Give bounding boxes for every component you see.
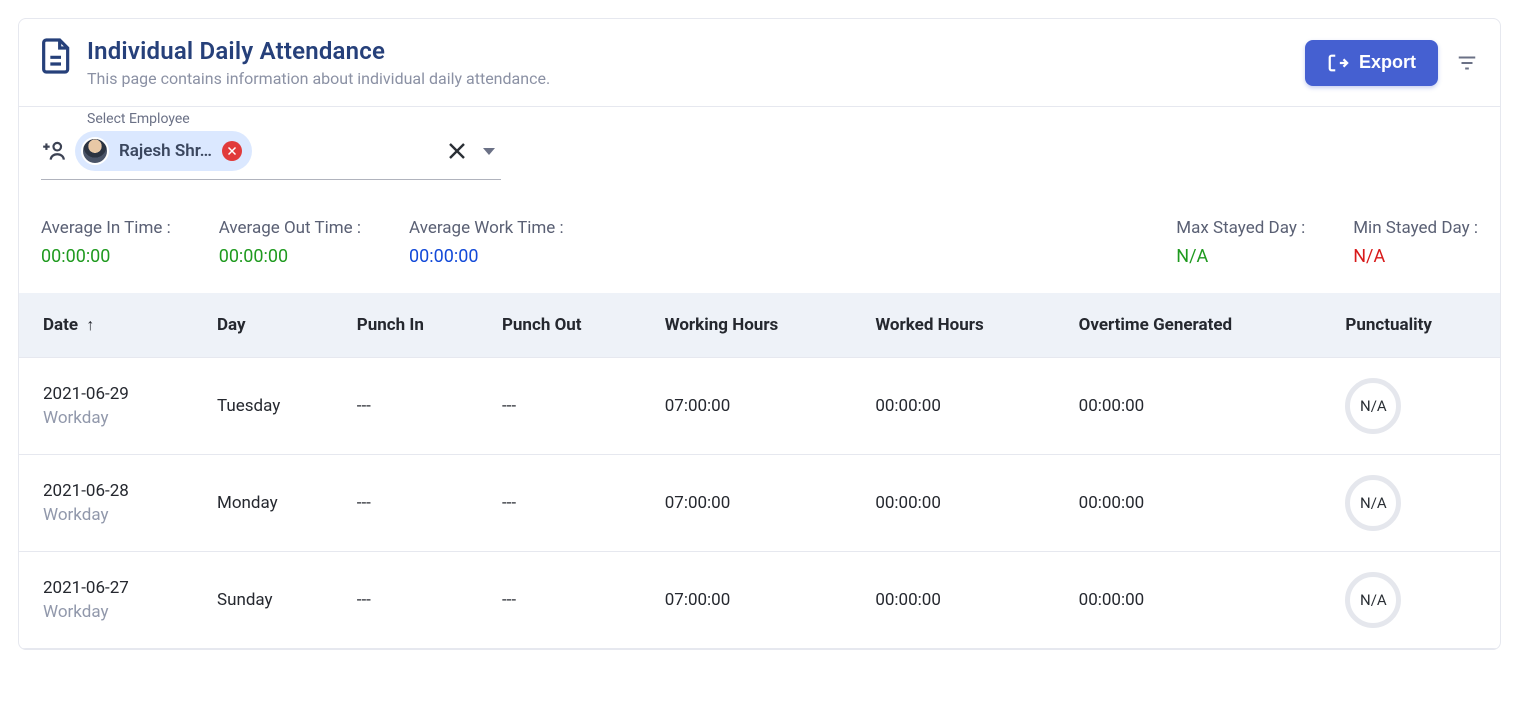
clear-icon[interactable] — [445, 139, 469, 163]
stat-value: 00:00:00 — [41, 246, 171, 267]
avatar — [81, 137, 109, 165]
sort-asc-icon: ↑ — [86, 315, 94, 335]
filter-icon[interactable] — [1456, 52, 1478, 74]
cell-date: 2021-06-28 Workday — [19, 455, 199, 552]
col-punctuality[interactable]: Punctuality — [1327, 293, 1500, 358]
col-punch-in[interactable]: Punch In — [339, 293, 484, 358]
cell-day: Monday — [199, 455, 339, 552]
stat-avg-work: Average Work Time : 00:00:00 — [409, 218, 564, 267]
cell-overtime: 00:00:00 — [1061, 552, 1328, 649]
cell-date-type: Workday — [43, 602, 181, 622]
cell-day: Sunday — [199, 552, 339, 649]
cell-punctuality: N/A — [1327, 455, 1500, 552]
table-row: 2021-06-28 Workday Monday --- --- 07:00:… — [19, 455, 1500, 552]
punctuality-badge: N/A — [1345, 378, 1401, 434]
cell-date-value: 2021-06-28 — [43, 481, 181, 501]
col-punch-out[interactable]: Punch Out — [484, 293, 647, 358]
cell-punctuality: N/A — [1327, 552, 1500, 649]
table-body: 2021-06-29 Workday Tuesday --- --- 07:00… — [19, 358, 1500, 649]
stat-avg-out: Average Out Time : 00:00:00 — [219, 218, 361, 267]
cell-punch-in: --- — [339, 552, 484, 649]
stat-label: Min Stayed Day : — [1353, 218, 1478, 238]
cell-day: Tuesday — [199, 358, 339, 455]
employee-selector[interactable]: Select Employee Rajesh Shr… — [41, 131, 501, 180]
cell-worked-hours: 00:00:00 — [857, 358, 1060, 455]
add-person-icon — [41, 138, 67, 164]
cell-punctuality: N/A — [1327, 358, 1500, 455]
header-right: Export — [1305, 40, 1478, 86]
export-icon — [1327, 52, 1349, 74]
cell-working-hours: 07:00:00 — [647, 455, 858, 552]
employee-chip: Rajesh Shr… — [75, 131, 252, 171]
attendance-table: Date ↑ Day Punch In Punch Out Working Ho… — [19, 293, 1500, 649]
col-date[interactable]: Date ↑ — [19, 293, 199, 358]
cell-date-type: Workday — [43, 408, 181, 428]
cell-date-type: Workday — [43, 505, 181, 525]
stat-label: Average Work Time : — [409, 218, 564, 238]
header-left: Individual Daily Attendance This page co… — [41, 37, 1305, 88]
stat-label: Average Out Time : — [219, 218, 361, 238]
stat-value: 00:00:00 — [219, 246, 361, 267]
cell-punch-in: --- — [339, 358, 484, 455]
table-head: Date ↑ Day Punch In Punch Out Working Ho… — [19, 293, 1500, 358]
cell-punch-in: --- — [339, 455, 484, 552]
header-text: Individual Daily Attendance This page co… — [87, 37, 550, 88]
cell-worked-hours: 00:00:00 — [857, 552, 1060, 649]
document-icon — [41, 37, 73, 75]
cell-working-hours: 07:00:00 — [647, 358, 858, 455]
page-subtitle: This page contains information about ind… — [87, 69, 550, 88]
selector-label: Select Employee — [87, 111, 190, 127]
cell-working-hours: 07:00:00 — [647, 552, 858, 649]
cell-punch-out: --- — [484, 358, 647, 455]
attendance-card: Individual Daily Attendance This page co… — [18, 18, 1501, 650]
col-date-label: Date — [43, 315, 78, 335]
cell-overtime: 00:00:00 — [1061, 358, 1328, 455]
chip-remove-icon[interactable] — [222, 141, 242, 161]
table-row: 2021-06-27 Workday Sunday --- --- 07:00:… — [19, 552, 1500, 649]
col-working-hours[interactable]: Working Hours — [647, 293, 858, 358]
col-overtime[interactable]: Overtime Generated — [1061, 293, 1328, 358]
export-label: Export — [1359, 52, 1416, 73]
cell-overtime: 00:00:00 — [1061, 455, 1328, 552]
chevron-down-icon[interactable] — [483, 148, 495, 155]
table-row: 2021-06-29 Workday Tuesday --- --- 07:00… — [19, 358, 1500, 455]
card-body: Select Employee Rajesh Shr… Averag — [19, 107, 1500, 649]
punctuality-badge: N/A — [1345, 572, 1401, 628]
cell-punch-out: --- — [484, 552, 647, 649]
cell-date: 2021-06-29 Workday — [19, 358, 199, 455]
cell-punch-out: --- — [484, 455, 647, 552]
punctuality-badge: N/A — [1345, 475, 1401, 531]
cell-date-value: 2021-06-29 — [43, 384, 181, 404]
stat-label: Average In Time : — [41, 218, 171, 238]
col-worked-hours[interactable]: Worked Hours — [857, 293, 1060, 358]
stat-max-stayed: Max Stayed Day : N/A — [1176, 218, 1305, 267]
export-button[interactable]: Export — [1305, 40, 1438, 86]
stat-avg-in: Average In Time : 00:00:00 — [41, 218, 171, 267]
stat-value: N/A — [1176, 246, 1305, 267]
page-title: Individual Daily Attendance — [87, 37, 550, 65]
stat-min-stayed: Min Stayed Day : N/A — [1353, 218, 1478, 267]
stat-value: 00:00:00 — [409, 246, 564, 267]
cell-worked-hours: 00:00:00 — [857, 455, 1060, 552]
stats-row: Average In Time : 00:00:00 Average Out T… — [41, 208, 1478, 293]
card-header: Individual Daily Attendance This page co… — [19, 19, 1500, 107]
cell-date-value: 2021-06-27 — [43, 578, 181, 598]
chip-text: Rajesh Shr… — [119, 141, 212, 161]
cell-date: 2021-06-27 Workday — [19, 552, 199, 649]
col-day[interactable]: Day — [199, 293, 339, 358]
stat-value: N/A — [1353, 246, 1478, 267]
stat-label: Max Stayed Day : — [1176, 218, 1305, 238]
